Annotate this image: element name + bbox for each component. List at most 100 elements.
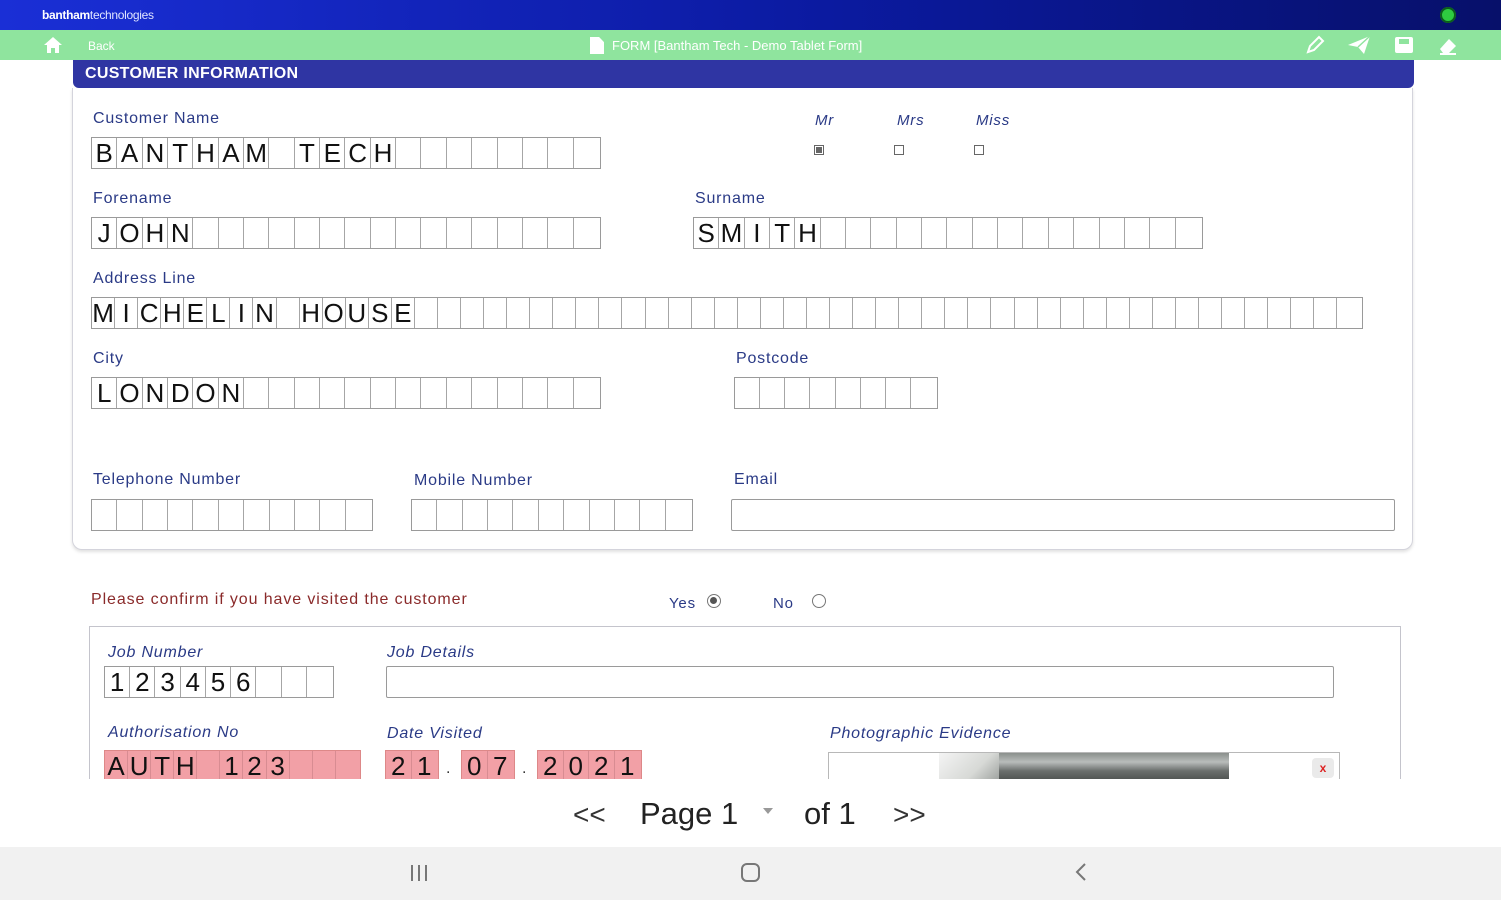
comb-cell — [269, 218, 295, 248]
comb-cell — [945, 298, 969, 328]
comb-cell: 2 — [386, 751, 412, 781]
customer-name-label: Customer Name — [93, 110, 220, 127]
comb-cell — [523, 138, 549, 168]
comb-cell — [447, 138, 473, 168]
visit-no-label: No — [773, 595, 794, 612]
comb-cell — [1074, 218, 1100, 248]
date-month-field[interactable]: 07 — [461, 750, 515, 782]
comb-cell: T — [168, 138, 194, 168]
comb-cell — [396, 378, 422, 408]
job-details-field[interactable] — [386, 666, 1334, 698]
visit-question: Please confirm if you have visited the c… — [91, 591, 468, 608]
back-nav-icon[interactable] — [1074, 861, 1088, 887]
comb-cell — [1245, 298, 1269, 328]
comb-cell: O — [117, 378, 143, 408]
comb-cell — [553, 298, 577, 328]
next-page-button[interactable]: >> — [893, 799, 926, 831]
surname-field[interactable]: SMITH — [693, 217, 1203, 249]
comb-cell: J — [92, 218, 118, 248]
comb-cell — [574, 378, 599, 408]
title-miss-checkbox[interactable] — [974, 145, 984, 155]
brand-bar: banthamtechnologies — [0, 0, 1501, 30]
comb-cell — [307, 667, 332, 697]
comb-cell — [438, 298, 461, 328]
document-icon — [590, 37, 604, 54]
comb-cell — [590, 500, 615, 530]
section-header: CUSTOMER INFORMATION — [73, 60, 1414, 88]
comb-cell: T — [151, 751, 175, 781]
comb-cell — [574, 218, 599, 248]
comb-cell: I — [115, 298, 139, 328]
customer-name-field[interactable]: BANTHAMTECH — [91, 137, 601, 169]
title-option-mrs-label: Mrs — [897, 112, 925, 129]
home-button-icon[interactable] — [741, 863, 760, 882]
comb-cell — [282, 667, 307, 697]
brand-logo: banthamtechnologies — [42, 8, 154, 22]
comb-cell — [498, 218, 523, 248]
back-button[interactable]: Back — [88, 39, 115, 53]
section-title: CUSTOMER INFORMATION — [85, 65, 299, 82]
forename-field[interactable]: JOHN — [91, 217, 601, 249]
comb-cell — [437, 500, 463, 530]
home-icon[interactable] — [42, 34, 64, 56]
telephone-field[interactable] — [91, 499, 373, 531]
date-separator-1: . — [446, 760, 452, 777]
comb-cell — [472, 378, 498, 408]
comb-cell — [219, 218, 245, 248]
comb-cell: T — [770, 218, 796, 248]
comb-cell: 1 — [220, 751, 244, 781]
comb-cell: M — [244, 138, 270, 168]
chevron-down-icon[interactable] — [763, 808, 773, 814]
mobile-field[interactable] — [411, 499, 693, 531]
address-field[interactable]: MICHELINHOUSE — [91, 297, 1363, 329]
comb-cell: N — [143, 378, 169, 408]
visit-no-radio[interactable] — [812, 594, 826, 608]
comb-cell — [760, 378, 786, 408]
erase-icon[interactable] — [1437, 34, 1459, 56]
pager-bar — [0, 779, 1501, 847]
date-year-field[interactable]: 2021 — [537, 750, 642, 782]
comb-cell — [1337, 298, 1360, 328]
prev-page-button[interactable]: << — [573, 799, 606, 831]
comb-cell: N — [168, 218, 194, 248]
page-select[interactable]: Page 1 — [640, 796, 738, 832]
comb-cell: N — [143, 138, 169, 168]
date-separator-2: . — [522, 760, 528, 777]
photo-thumbnail[interactable] — [939, 753, 1229, 781]
comb-cell — [513, 500, 539, 530]
comb-cell — [922, 218, 948, 248]
job-number-field[interactable]: 123456 — [104, 666, 334, 698]
send-icon[interactable] — [1346, 34, 1372, 56]
comb-cell — [574, 138, 599, 168]
pen-icon[interactable] — [1304, 34, 1326, 56]
comb-cell — [523, 378, 549, 408]
city-field[interactable]: LONDON — [91, 377, 601, 409]
comb-cell — [277, 298, 300, 328]
comb-cell — [488, 500, 514, 530]
email-field[interactable] — [731, 499, 1395, 531]
title-mr-checkbox[interactable] — [814, 145, 824, 155]
comb-cell: 1 — [417, 751, 432, 781]
photo-delete-button[interactable]: x — [1312, 758, 1334, 778]
recent-apps-icon[interactable] — [411, 865, 429, 881]
comb-cell — [290, 751, 313, 781]
visit-yes-radio[interactable] — [707, 594, 721, 608]
postcode-field[interactable] — [734, 377, 938, 409]
comb-cell — [715, 298, 738, 328]
photo-evidence-field[interactable]: x — [828, 752, 1340, 782]
save-icon[interactable] — [1393, 34, 1415, 56]
title-option-miss-label: Miss — [976, 112, 1011, 129]
date-day-field[interactable]: 21 — [385, 750, 439, 782]
comb-cell — [861, 378, 886, 408]
title-mrs-checkbox[interactable] — [894, 145, 904, 155]
comb-cell — [244, 218, 270, 248]
comb-cell — [968, 298, 992, 328]
comb-cell: H — [300, 298, 323, 328]
comb-cell — [269, 378, 295, 408]
comb-cell — [320, 218, 346, 248]
comb-cell — [197, 751, 221, 781]
authorisation-field[interactable]: AUTH123 — [104, 750, 361, 782]
comb-cell — [346, 500, 371, 530]
comb-cell: M — [719, 218, 745, 248]
comb-cell — [244, 378, 270, 408]
